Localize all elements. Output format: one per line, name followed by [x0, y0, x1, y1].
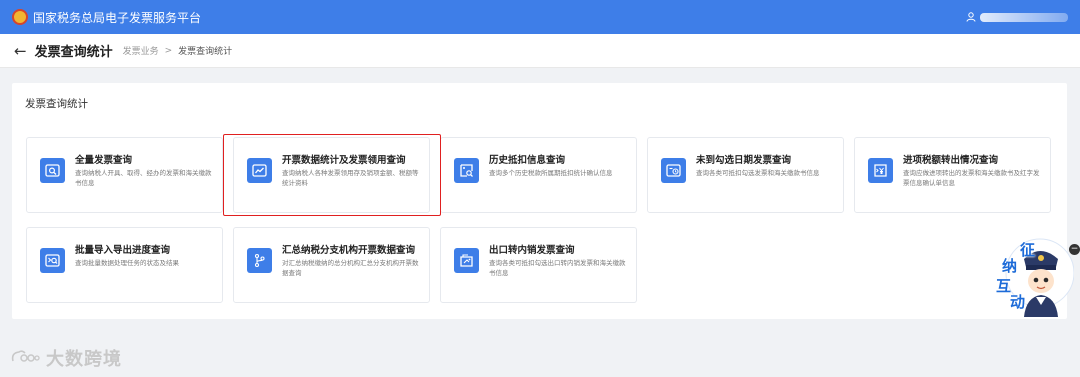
top-bar: 国家税务总局电子发票服务平台 — [0, 0, 1080, 34]
tax-transfer-icon — [868, 158, 893, 183]
panel-title: 发票查询统计 — [25, 98, 88, 110]
watermark-logo-icon — [11, 350, 40, 362]
card-desc: 查询批量数据处理任务的状态及结果 — [75, 259, 179, 267]
mascot-char: 纳 — [1002, 257, 1018, 275]
card-desc: 对汇总纳税缴纳的总分机构汇总分支机构开票数据查询 — [282, 259, 419, 277]
breadcrumb-item[interactable]: 发票业务 — [123, 44, 159, 57]
breadcrumb-current: 发票查询统计 — [178, 47, 233, 57]
site-title: 国家税务总局电子发票服务平台 — [33, 10, 202, 25]
card-pending-selection-query[interactable]: 未到勾选日期发票查询 查询各类可抵扣勾选发票和海关缴款书信息 — [647, 137, 844, 213]
card-desc: 查询各类可抵扣勾选发票和海关缴款书信息 — [696, 169, 820, 177]
search-doc-icon — [40, 158, 65, 183]
card-desc: 查询纳税人开具、取得、经办的发票和海关缴款书信息 — [75, 169, 212, 187]
progress-search-icon — [40, 248, 65, 273]
card-export-to-domestic-query[interactable]: 出口转内销发票查询 查询各类可抵扣勾选出口转内销发票和海关缴款书信息 — [440, 227, 637, 303]
mascot-char: 动 — [1010, 293, 1026, 311]
mascot-collapse-button[interactable]: − — [1069, 244, 1080, 255]
card-title: 历史抵扣信息查询 — [489, 155, 566, 166]
card-desc: 查询各类可抵扣勾选出口转内销发票和海关缴款书信息 — [489, 259, 626, 277]
card-desc: 查询应做进项转出的发票和海关缴款书及红字发票信息确认单信息 — [903, 169, 1040, 187]
clock-doc-icon — [661, 158, 686, 183]
card-full-invoice-query[interactable]: 全量发票查询 查询纳税人开具、取得、经办的发票和海关缴款书信息 — [26, 137, 223, 213]
back-arrow-icon[interactable]: ← — [14, 42, 27, 60]
card-batch-progress-query[interactable]: 批量导入导出进度查询 查询批量数据处理任务的状态及结果 — [26, 227, 223, 303]
user-name-blurred — [980, 12, 1068, 22]
trend-chart-icon — [247, 158, 272, 183]
card-title: 全量发票查询 — [75, 155, 133, 166]
card-invoice-stats-query[interactable]: 开票数据统计及发票领用查询 查询纳税人各种发票领用存及销项金额、税额等统计资料 — [233, 137, 430, 213]
watermark: 大数跨境 — [10, 345, 122, 371]
card-desc: 查询纳税人各种发票领用存及销项金额、税额等统计资料 — [282, 169, 419, 187]
interaction-mascot-widget[interactable]: 征 纳 互 动 — [988, 237, 1074, 317]
card-title: 汇总纳税分支机构开票数据查询 — [282, 245, 416, 256]
user-icon — [966, 12, 976, 22]
card-title: 开票数据统计及发票领用查询 — [282, 155, 406, 166]
mascot-char: 互 — [996, 277, 1012, 295]
watermark-text: 大数跨境 — [46, 349, 122, 370]
card-history-deduction-query[interactable]: 历史抵扣信息查询 查询多个历史税款所属期抵扣统计确认信息 — [440, 137, 637, 213]
card-input-tax-transfer-query[interactable]: 进项税额转出情况查询 查询应做进项转出的发票和海关缴款书及红字发票信息确认单信息 — [854, 137, 1051, 213]
branch-icon — [247, 248, 272, 273]
card-title: 出口转内销发票查询 — [489, 245, 575, 256]
tax-emblem-icon — [12, 9, 28, 25]
card-desc: 查询多个历史税款所属期抵扣统计确认信息 — [489, 169, 613, 177]
page-header: ← 发票查询统计 发票业务 > 发票查询统计 — [0, 34, 1080, 68]
user-menu[interactable] — [966, 12, 1068, 22]
export-doc-icon — [454, 248, 479, 273]
image-search-icon — [454, 158, 479, 183]
card-title: 未到勾选日期发票查询 — [696, 155, 792, 166]
card-branch-invoice-query[interactable]: 汇总纳税分支机构开票数据查询 对汇总纳税缴纳的总分机构汇总分支机构开票数据查询 — [233, 227, 430, 303]
card-title: 批量导入导出进度查询 — [75, 245, 171, 256]
mascot-char: 征 — [1020, 241, 1036, 259]
card-title: 进项税额转出情况查询 — [903, 155, 999, 166]
breadcrumb-separator: > — [164, 45, 173, 56]
page-title: 发票查询统计 — [34, 45, 113, 60]
